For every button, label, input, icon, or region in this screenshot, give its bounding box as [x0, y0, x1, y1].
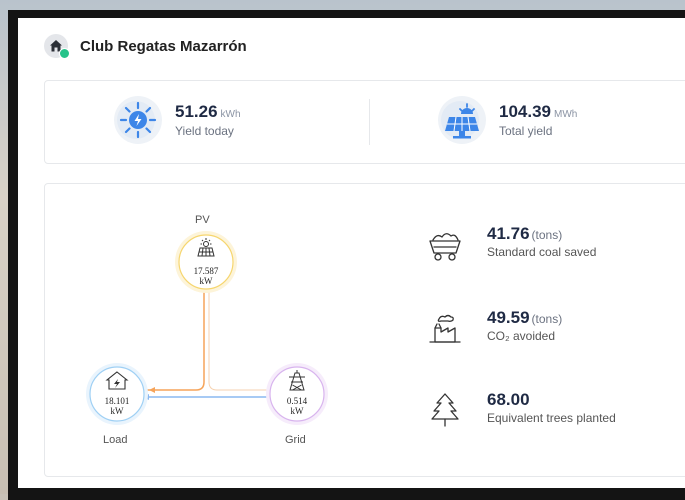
- yield-total-value: 104.39: [499, 102, 551, 121]
- pv-power-unit: kW: [199, 276, 213, 286]
- trees-planted-value: 68.00: [487, 390, 530, 409]
- load-value-block[interactable]: 18.101 kW: [87, 396, 147, 416]
- factory-icon: [429, 314, 461, 343]
- co2-avoided-unit: (tons): [531, 312, 563, 326]
- coal-saved-value: 41.76: [487, 224, 530, 243]
- grid-value-block[interactable]: 0.514 kW: [267, 396, 327, 416]
- grid-label: Grid: [285, 434, 306, 446]
- coal-saved: 41.76 (tons) Standard coal saved: [425, 224, 596, 264]
- co2-avoided-label: CO₂ avoided: [487, 329, 556, 343]
- yield-summary: 51.26 kWh Yield today 104.39 MWh Total y…: [44, 80, 685, 164]
- flow-arrow-orange: [149, 387, 155, 393]
- online-status-dot: [59, 48, 70, 59]
- yield-total-label: Total yield: [499, 124, 553, 138]
- trees-planted-label: Equivalent trees planted: [487, 411, 616, 425]
- yield-today: 51.26 kWh Yield today: [113, 95, 241, 145]
- yield-today-label: Yield today: [175, 124, 234, 138]
- load-power-value: 18.101: [104, 396, 130, 406]
- yield-divider: [369, 99, 370, 145]
- grid-power-value: 0.514: [286, 396, 308, 406]
- trees-planted: 68.00 Equivalent trees planted: [425, 390, 616, 430]
- load-power-unit: kW: [110, 406, 124, 416]
- yield-total: 104.39 MWh Total yield: [437, 95, 577, 145]
- pv-label: PV: [195, 214, 210, 226]
- yield-total-unit: MWh: [554, 109, 578, 120]
- coal-cart-icon: [429, 233, 461, 261]
- coal-saved-unit: (tons): [531, 228, 563, 242]
- yield-today-unit: kWh: [220, 109, 241, 120]
- pv-power-value: 17.587: [193, 266, 219, 276]
- co2-avoided: 49.59 (tons) CO₂ avoided: [425, 308, 562, 348]
- load-label: Load: [103, 434, 128, 446]
- pv-flow-line: [137, 288, 205, 391]
- tree-icon: [431, 393, 459, 427]
- station-home-icon: [44, 34, 70, 59]
- coal-saved-label: Standard coal saved: [487, 245, 597, 259]
- solar-panel-icon: [438, 96, 486, 144]
- pv-value-block[interactable]: 17.587 kW: [176, 266, 236, 286]
- station-header: Club Regatas Mazarrón: [44, 32, 247, 60]
- co2-avoided-value: 49.59: [487, 308, 530, 327]
- pv-grid-line: [208, 288, 277, 391]
- sun-energy-icon: [114, 96, 162, 144]
- station-overview-card: Club Regatas Mazarrón 51.26 kWh Yield to…: [18, 18, 685, 488]
- yield-today-value: 51.26: [175, 102, 218, 121]
- grid-power-unit: kW: [290, 406, 304, 416]
- station-name[interactable]: Club Regatas Mazarrón: [80, 38, 247, 55]
- energy-flow-panel: PV 17.587 kW 18.101 kW Load 0.514 kW Gri…: [44, 183, 685, 477]
